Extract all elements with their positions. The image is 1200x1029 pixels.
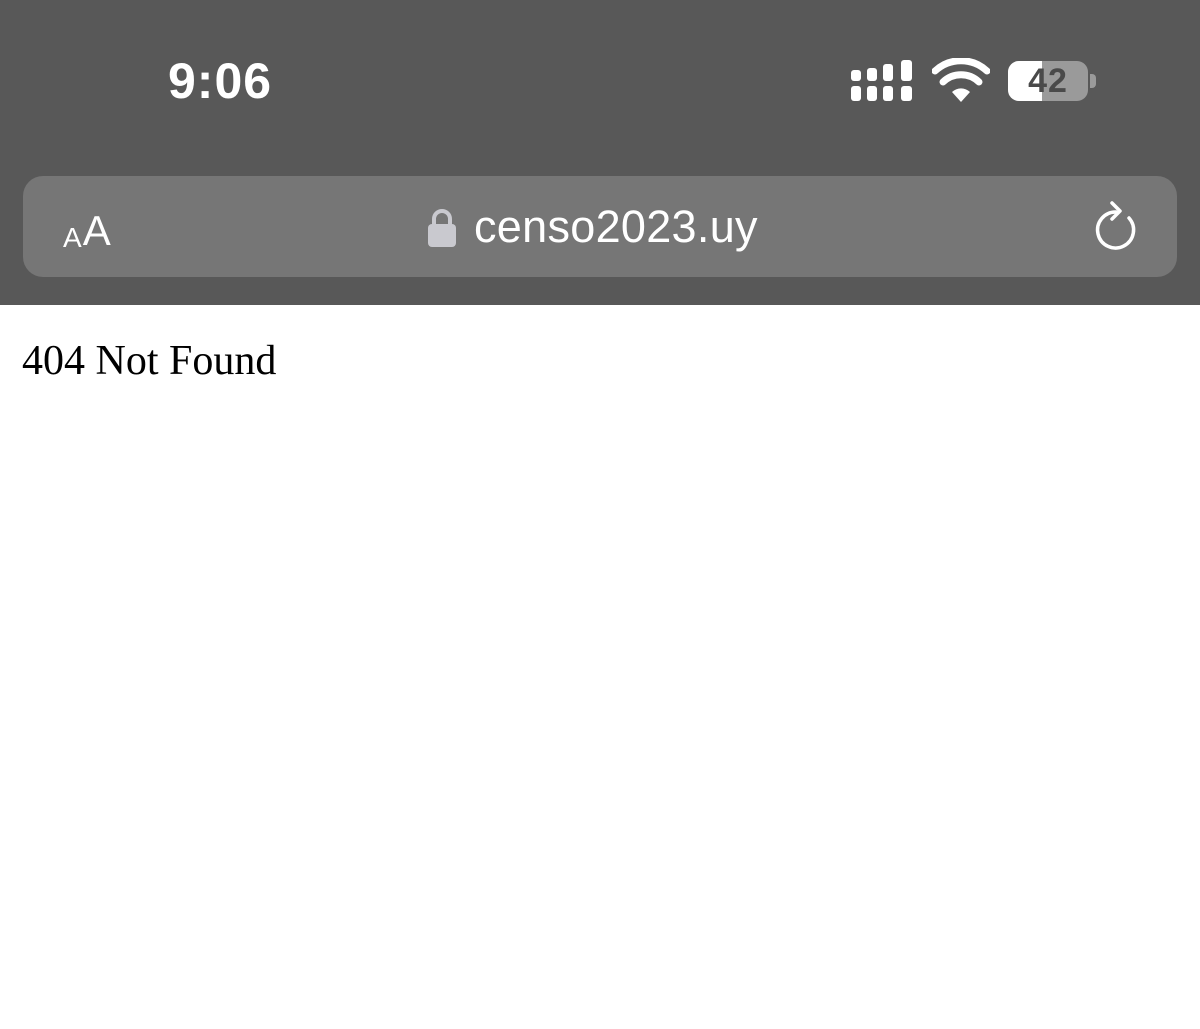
lock-icon	[428, 209, 456, 247]
browser-chrome: 9:06 42 A A censo2023.uy	[0, 0, 1200, 305]
battery-level: 42	[1028, 61, 1068, 100]
url-text: censo2023.uy	[474, 201, 758, 252]
page-content: 404 Not Found	[0, 305, 1200, 1029]
cellular-signal-icon	[851, 60, 912, 101]
text-size-small-label: A	[63, 222, 82, 253]
battery-cap	[1090, 74, 1096, 88]
error-message: 404 Not Found	[22, 338, 277, 384]
status-bar: 9:06 42	[0, 0, 1200, 160]
battery-icon: 42	[1008, 61, 1088, 101]
wifi-icon	[932, 58, 990, 102]
text-size-large-label: A	[82, 207, 111, 254]
url-field[interactable]: censo2023.uy	[428, 198, 758, 256]
text-size-button[interactable]: A A	[63, 200, 111, 252]
status-time: 9:06	[168, 53, 273, 109]
reload-icon[interactable]	[1093, 200, 1139, 252]
address-bar[interactable]: A A censo2023.uy	[23, 176, 1177, 277]
